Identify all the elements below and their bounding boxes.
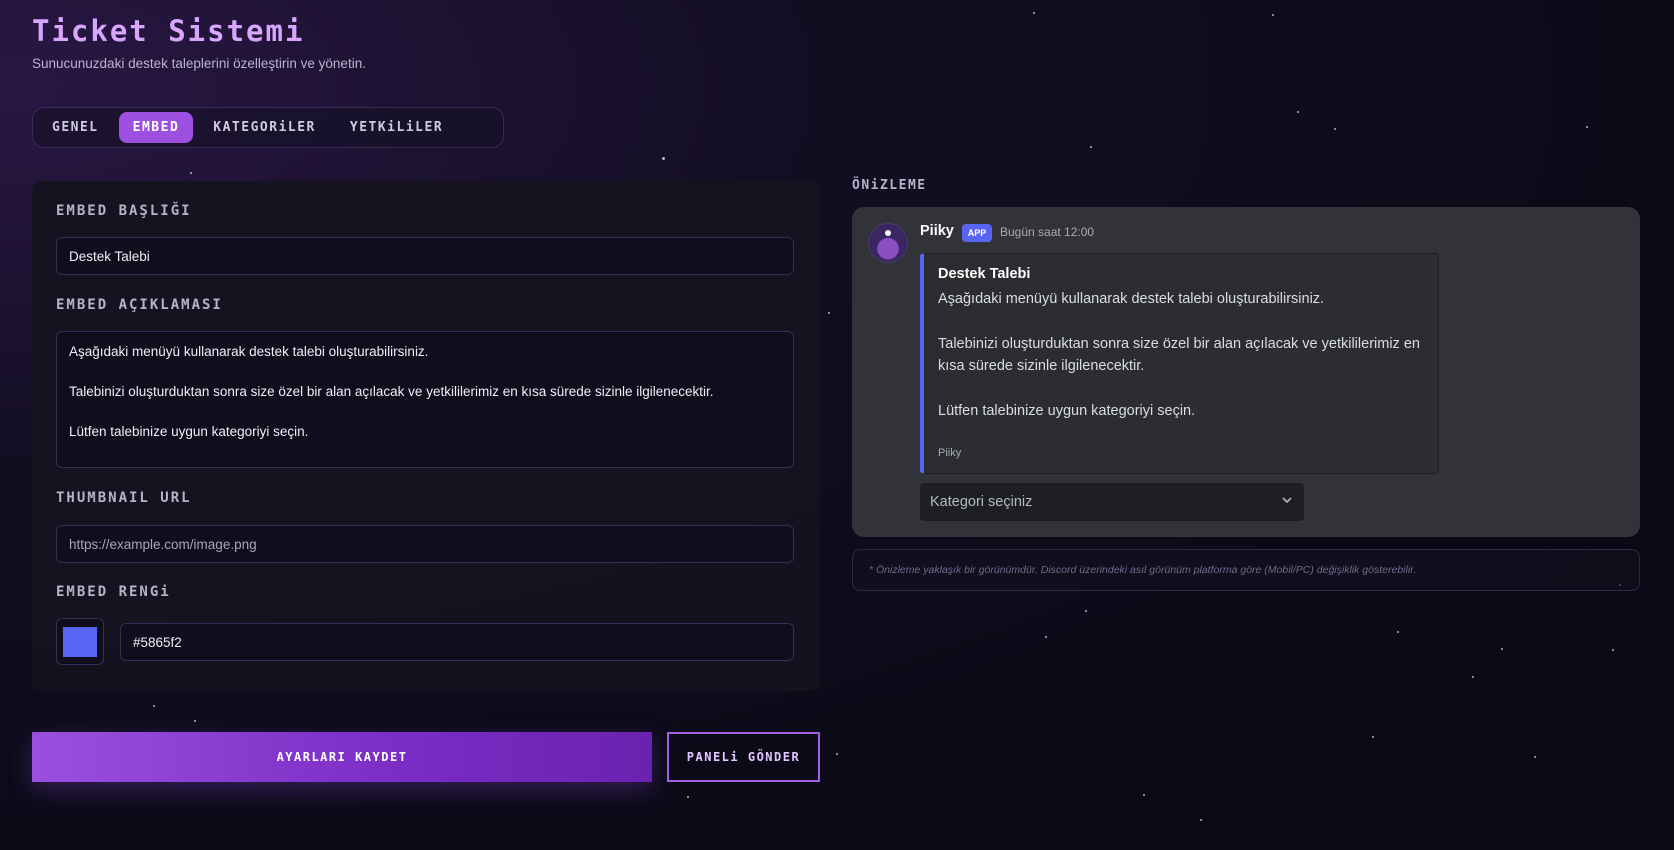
embed-preview-title: Destek Talebi	[938, 266, 1031, 282]
description-line: Aşağıdaki menüyü kullanarak destek taleb…	[69, 344, 429, 359]
description-line: Lütfen talebinize uygun kategoriyi seçin…	[69, 424, 309, 439]
embed-preview-footer: Piiky	[938, 447, 962, 459]
embed-preview-line: Aşağıdaki menüyü kullanarak destek taleb…	[938, 291, 1325, 307]
message-timestamp: Bugün saat 12:00	[1000, 225, 1095, 239]
embed-preview-description: Aşağıdaki menüyü kullanarak destek taleb…	[938, 288, 1424, 422]
send-panel-button[interactable]: PANELi GÖNDER	[667, 732, 820, 782]
embed-title-input[interactable]: Destek Talebi	[56, 237, 794, 275]
thumbnail-url-input[interactable]: https://example.com/image.png	[56, 525, 794, 563]
embed-color-label: EMBED RENGi	[56, 584, 171, 600]
tab-embed[interactable]: EMBED	[118, 112, 194, 143]
thumbnail-url-label: THUMBNAIL URL	[56, 490, 192, 506]
tab-yetkililer[interactable]: YETKiLiLER	[336, 112, 457, 143]
tab-genel[interactable]: GENEL	[38, 112, 113, 143]
embed-color-input[interactable]: #5865f2	[120, 623, 794, 661]
description-line: Talebinizi oluşturduktan sonra size özel…	[69, 384, 714, 399]
embed-title-label: EMBED BAŞLIĞI	[56, 203, 192, 219]
tab-kategoriler[interactable]: KATEGORiLER	[199, 112, 330, 143]
category-select[interactable]: Kategori seçiniz	[920, 483, 1304, 521]
chevron-down-icon	[1280, 493, 1294, 511]
embed-description-textarea[interactable]: Aşağıdaki menüyü kullanarak destek taleb…	[56, 331, 794, 468]
preview-label: ÖNiZLEME	[852, 178, 927, 193]
color-swatch	[63, 626, 97, 657]
embed-preview: Destek Talebi Aşağıdaki menüyü kullanara…	[920, 253, 1439, 474]
page-subtitle: Sunucunuzdaki destek taleplerini özelleş…	[32, 56, 366, 71]
embed-settings-card: EMBED BAŞLIĞI Destek Talebi EMBED AÇIKLA…	[32, 181, 820, 691]
discord-preview-card: Piiky APP Bugün saat 12:00 Destek Talebi…	[852, 207, 1640, 537]
tab-bar: GENEL EMBED KATEGORiLER YETKiLiLER	[32, 107, 504, 148]
preview-disclaimer: * Önizleme yaklaşık bir görünümdür. Disc…	[852, 549, 1640, 591]
app-badge: APP	[962, 224, 992, 242]
embed-preview-line: Lütfen talebinize uygun kategoriyi seçin…	[938, 402, 1196, 419]
save-settings-button[interactable]: AYARLARI KAYDET	[32, 732, 652, 782]
embed-description-label: EMBED AÇIKLAMASI	[56, 297, 223, 313]
color-picker[interactable]	[56, 618, 104, 665]
embed-preview-line: Talebinizi oluşturduktan sonra size özel…	[938, 335, 1420, 375]
message-author: Piiky	[920, 223, 954, 239]
category-select-placeholder: Kategori seçiniz	[930, 494, 1033, 510]
avatar	[868, 223, 908, 263]
page-title: Ticket Sistemi	[32, 14, 305, 48]
